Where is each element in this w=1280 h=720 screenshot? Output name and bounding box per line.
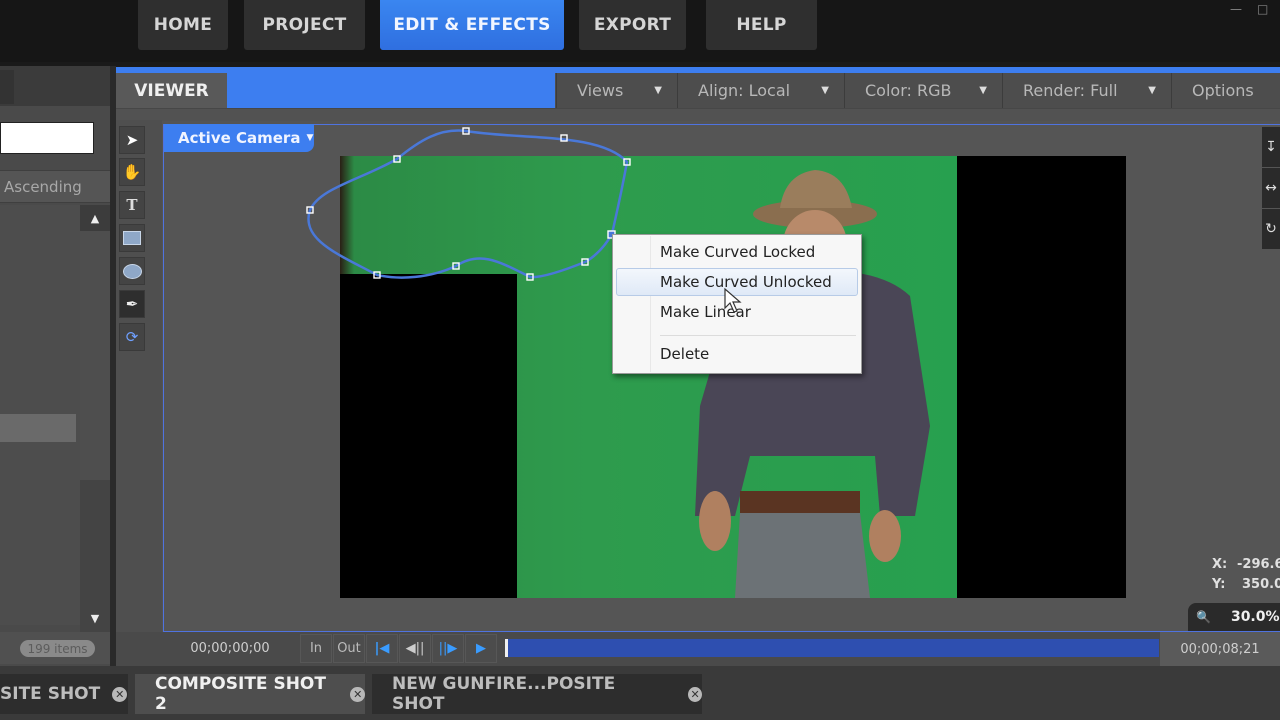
mask-spline bbox=[307, 129, 629, 279]
close-icon[interactable]: ✕ bbox=[112, 686, 128, 702]
comp-tab-new-gunfire[interactable]: NEW GUNFIRE...POSITE SHOT ✕ bbox=[372, 674, 702, 714]
rotate-tool[interactable]: ↻ bbox=[1262, 208, 1280, 249]
move-vertical-tool[interactable]: ↧ bbox=[1262, 126, 1280, 167]
go-to-start-button[interactable]: |◀ bbox=[366, 634, 398, 663]
menu-item-delete[interactable]: Delete bbox=[660, 345, 709, 363]
playhead[interactable] bbox=[505, 639, 508, 657]
step-back-button[interactable]: ◀|| bbox=[399, 634, 431, 663]
x-coord-value: -296.6 bbox=[1237, 557, 1280, 572]
step-forward-button[interactable]: ||▶ bbox=[432, 634, 464, 663]
comp-tab-label: NEW GUNFIRE...POSITE SHOT bbox=[392, 674, 616, 714]
step-back-icon: ◀|| bbox=[405, 641, 425, 656]
context-menu-gutter bbox=[650, 236, 651, 372]
arrows-horizontal-icon: ↔ bbox=[1265, 180, 1277, 196]
mark-out-button[interactable]: Out bbox=[333, 634, 365, 663]
coordinate-readout: X: -296.6 Y: 350.0 bbox=[1180, 555, 1280, 595]
end-timecode: 00;00;08;21 bbox=[1160, 632, 1280, 666]
x-coord-label: X: bbox=[1212, 557, 1228, 572]
step-forward-icon: ||▶ bbox=[438, 641, 458, 656]
zoom-level-control[interactable]: 🔍 30.0% bbox=[1188, 603, 1280, 631]
comp-tab-site-shot[interactable]: SITE SHOT ✕ bbox=[0, 674, 128, 714]
magnifier-icon: 🔍 bbox=[1196, 610, 1211, 624]
zoom-level-value: 30.0% bbox=[1230, 609, 1280, 625]
menu-item-make-curved-unlocked[interactable]: Make Curved Unlocked bbox=[660, 273, 832, 291]
comp-tab-label: COMPOSITE SHOT 2 bbox=[155, 674, 326, 714]
mouse-cursor-icon bbox=[724, 288, 742, 313]
move-horizontal-tool[interactable]: ↔ bbox=[1262, 167, 1280, 208]
menu-separator bbox=[660, 335, 856, 336]
start-timecode: 00;00;00;00 bbox=[190, 640, 270, 656]
y-coord-label: Y: bbox=[1212, 577, 1226, 592]
play-button[interactable]: ▶ bbox=[465, 634, 497, 663]
rotate-icon: ↻ bbox=[1265, 221, 1277, 237]
comp-tab-composite-shot-2[interactable]: COMPOSITE SHOT 2 ✕ bbox=[135, 674, 365, 714]
play-icon: ▶ bbox=[476, 641, 486, 656]
comp-tab-label: SITE SHOT bbox=[0, 684, 101, 704]
close-icon[interactable]: ✕ bbox=[688, 686, 702, 702]
close-icon[interactable]: ✕ bbox=[350, 686, 365, 702]
y-coord-value: 350.0 bbox=[1242, 577, 1280, 592]
arrow-down-icon: ↧ bbox=[1265, 139, 1277, 155]
skip-back-icon: |◀ bbox=[374, 641, 390, 656]
mark-in-button[interactable]: In bbox=[300, 634, 332, 663]
menu-item-make-curved-locked[interactable]: Make Curved Locked bbox=[660, 243, 815, 261]
timeline-scrubber[interactable] bbox=[505, 639, 1159, 657]
